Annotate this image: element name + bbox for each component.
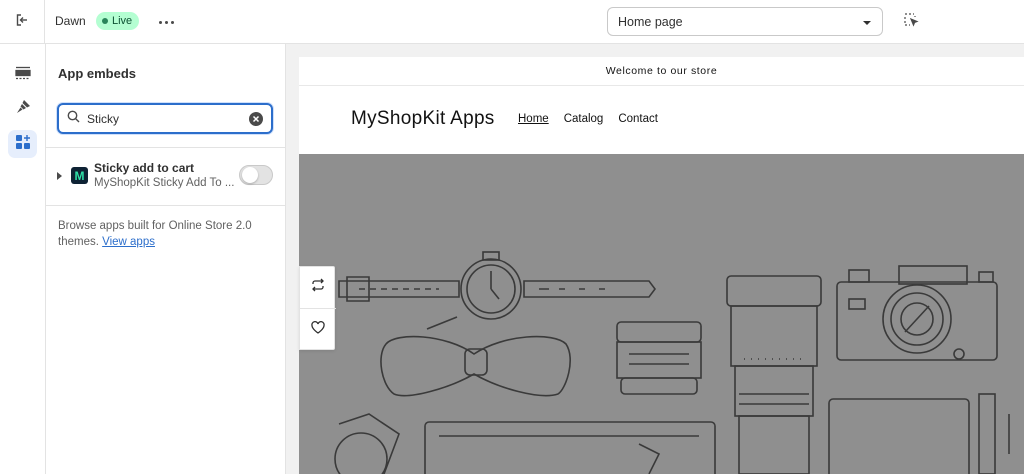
sections-icon (14, 66, 31, 85)
embed-title: Sticky add to cart (94, 161, 195, 175)
search-icon (67, 110, 80, 128)
expand-caret-icon[interactable] (57, 172, 62, 180)
heart-icon (311, 321, 325, 339)
exit-icon (15, 13, 29, 32)
store-logo[interactable]: MyShopKit Apps (351, 108, 495, 130)
nav-item-catalog[interactable]: Catalog (564, 113, 604, 125)
sections-button[interactable] (8, 61, 37, 89)
view-apps-link[interactable]: View apps (102, 236, 155, 248)
clear-icon (252, 115, 260, 122)
page-selector[interactable]: Home page (607, 7, 883, 36)
dot-icon (170, 20, 174, 24)
app-embeds-panel: App embeds M Sticky add to cart MyShopKi… (46, 44, 286, 474)
nav-item-home[interactable]: Home (518, 113, 549, 125)
paintbrush-icon (15, 99, 31, 120)
panel-title: App embeds (58, 66, 137, 81)
inspector-button[interactable] (899, 10, 923, 34)
swap-button[interactable] (300, 267, 336, 309)
theme-name: Dawn (55, 14, 86, 28)
preview-canvas: Welcome to our store MyShopKit Apps Home… (286, 44, 1024, 474)
chevron-down-icon (862, 15, 872, 29)
browse-apps-text: Browse apps built for Online Store 2.0 t… (58, 218, 276, 250)
store-header: MyShopKit Apps Home Catalog Contact (299, 86, 1024, 154)
inspector-icon (903, 12, 919, 33)
more-actions-button[interactable] (153, 12, 179, 32)
editor-rail (0, 44, 46, 474)
favorite-button[interactable] (300, 309, 336, 351)
nav-item-contact[interactable]: Contact (618, 113, 658, 125)
editor-topbar: Dawn Live Home page (0, 0, 1024, 44)
search-box (57, 103, 273, 134)
store-nav: Home Catalog Contact (518, 113, 658, 125)
hero-illustration (334, 251, 1010, 474)
page-selector-value: Home page (618, 14, 683, 29)
store-preview: Welcome to our store MyShopKit Apps Home… (299, 57, 1024, 474)
announcement-bar: Welcome to our store (299, 57, 1024, 86)
dot-icon (158, 20, 162, 24)
app-embeds-icon (15, 134, 31, 155)
hero-image (299, 154, 1024, 474)
embed-subtitle: MyShopKit Sticky Add To ... (94, 177, 235, 189)
preview-side-actions (299, 266, 336, 351)
search-input[interactable] (87, 111, 249, 126)
embed-row-sticky-add-to-cart: M Sticky add to cart MyShopKit Sticky Ad… (46, 148, 286, 204)
exit-button[interactable] (0, 0, 45, 44)
theme-settings-button[interactable] (8, 95, 37, 123)
live-badge-label: Live (112, 15, 133, 27)
app-embeds-button[interactable] (8, 130, 37, 158)
dot-icon (164, 20, 168, 24)
toggle-knob (242, 167, 258, 183)
app-logo: M (71, 167, 88, 184)
clear-search-button[interactable] (249, 111, 263, 126)
live-badge: Live (96, 12, 140, 30)
swap-icon (311, 278, 325, 297)
embed-toggle[interactable] (239, 165, 273, 185)
divider (46, 205, 286, 206)
live-dot-icon (102, 18, 108, 24)
